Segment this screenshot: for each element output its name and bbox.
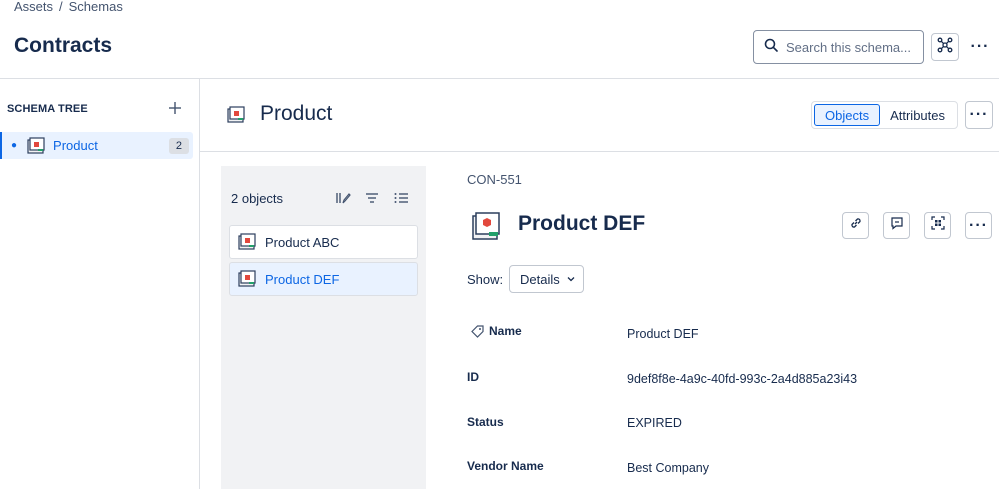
breadcrumb: Assets / Schemas: [14, 0, 123, 14]
attribute-label: Status: [467, 415, 504, 429]
list-item-product-def[interactable]: Product DEF: [229, 262, 418, 296]
filter-icon[interactable]: [364, 190, 380, 211]
copy-link-button[interactable]: [842, 212, 869, 239]
comment-icon: [890, 216, 904, 235]
object-title: Product DEF: [518, 212, 646, 235]
object-large-icon: [471, 211, 501, 246]
attribute-label: ID: [467, 370, 479, 384]
object-type-icon: [227, 106, 245, 129]
more-icon: ···: [970, 38, 990, 55]
tag-icon: [471, 324, 484, 338]
more-icon: ···: [969, 216, 988, 234]
objects-toolbar: [335, 190, 409, 211]
object-type-icon: [238, 233, 256, 251]
attribute-name-label: Name: [471, 324, 522, 338]
sidebar-item-product[interactable]: ● Product 2: [0, 132, 193, 159]
header-divider: [0, 78, 999, 79]
add-object-type-button[interactable]: [167, 100, 183, 121]
count-badge: 2: [168, 137, 189, 154]
search-icon: [764, 38, 778, 57]
link-icon: [849, 216, 863, 235]
edit-columns-icon[interactable]: [335, 190, 351, 211]
list-view-icon[interactable]: [393, 190, 409, 211]
tab-attributes[interactable]: Attributes: [880, 104, 955, 126]
main-divider: [200, 151, 999, 152]
tab-objects[interactable]: Objects: [814, 104, 881, 126]
plus-icon: [167, 102, 183, 120]
graph-view-button[interactable]: [931, 33, 959, 61]
show-select-value: Details: [520, 271, 560, 287]
sidebar-divider: [199, 78, 200, 489]
list-item-product-abc[interactable]: Product ABC: [229, 225, 418, 259]
main-more-button[interactable]: ···: [965, 101, 993, 129]
attribute-value: 9def8f8e-4a9c-40fd-993c-2a4d885a23i43: [627, 372, 858, 386]
detail-more-button[interactable]: ···: [965, 212, 992, 239]
selection-indicator: [0, 132, 2, 159]
more-icon: ···: [969, 106, 989, 123]
list-item-label: Product ABC: [265, 234, 340, 250]
header-more-button[interactable]: ···: [966, 33, 994, 61]
show-label: Show:: [467, 272, 504, 287]
sidebar-item-label: Product: [53, 138, 98, 153]
objects-panel: [221, 166, 426, 489]
object-type-title: Product: [260, 102, 333, 125]
list-item-label: Product DEF: [265, 271, 340, 287]
attribute-label: Name: [489, 324, 522, 338]
page-title: Contracts: [14, 34, 113, 57]
search-input[interactable]: [786, 39, 911, 55]
comment-button[interactable]: [883, 212, 910, 239]
view-toggle: Objects Attributes: [811, 101, 958, 129]
breadcrumb-separator: /: [59, 0, 63, 14]
qr-code-icon: [930, 216, 945, 235]
attribute-value: Product DEF: [627, 327, 699, 341]
graph-view-icon: [937, 37, 953, 58]
objects-count: 2 objects: [231, 191, 284, 206]
qr-code-button[interactable]: [924, 212, 951, 239]
attribute-value: Best Company: [627, 461, 709, 475]
attribute-value: EXPIRED: [627, 416, 682, 430]
object-type-icon: [238, 270, 256, 288]
attribute-label: Vendor Name: [467, 459, 544, 473]
show-select[interactable]: Details: [509, 265, 584, 293]
object-type-icon: [27, 136, 45, 155]
breadcrumb-schemas[interactable]: Schemas: [69, 0, 123, 14]
bullet-icon: ●: [11, 140, 18, 151]
breadcrumb-assets[interactable]: Assets: [14, 0, 53, 14]
chevron-down-icon: [566, 274, 576, 284]
object-key: CON-551: [467, 172, 522, 187]
schema-tree-heading: SCHEMA TREE: [7, 103, 88, 115]
search-box[interactable]: [753, 30, 924, 64]
